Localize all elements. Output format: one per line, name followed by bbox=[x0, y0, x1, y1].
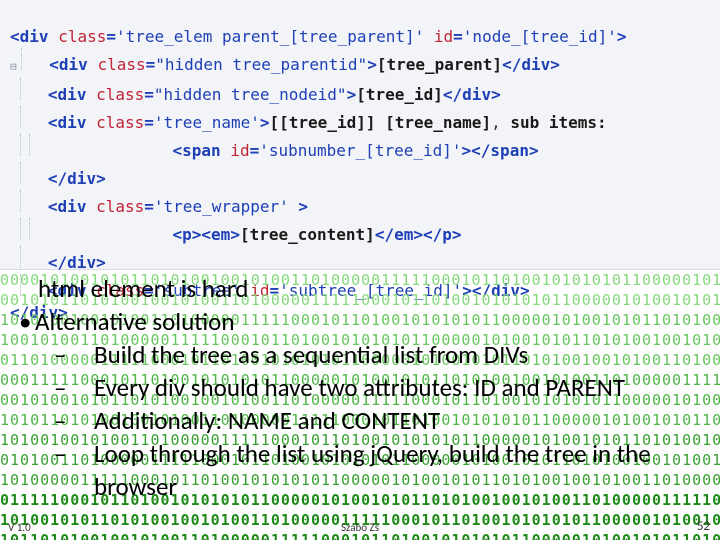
slide: <div class='tree_elem parent_[tree_paren… bbox=[0, 0, 720, 540]
credit-label: Szabo Zs bbox=[341, 521, 379, 534]
text-line: html element is hard bbox=[38, 272, 702, 305]
sub-bullet: – Loop through the list using jQuery, bu… bbox=[74, 437, 702, 503]
page-number: 52 bbox=[697, 519, 710, 534]
bullet-item: • Alternative solution bbox=[19, 305, 702, 338]
slide-body: 0000101001010110101001001010011010000011… bbox=[0, 270, 720, 540]
sub-bullet: – Additionally: NAME and CONTENT bbox=[74, 404, 702, 437]
version-label: V 1.0 bbox=[8, 521, 31, 534]
sub-bullet: – Build the tree as a sequential list fr… bbox=[74, 338, 702, 371]
code-block: <div class='tree_elem parent_[tree_paren… bbox=[0, 0, 720, 270]
bullet-content: html element is hard • Alternative solut… bbox=[0, 270, 720, 540]
sub-bullet: – Every div should have two attributes: … bbox=[74, 371, 702, 404]
